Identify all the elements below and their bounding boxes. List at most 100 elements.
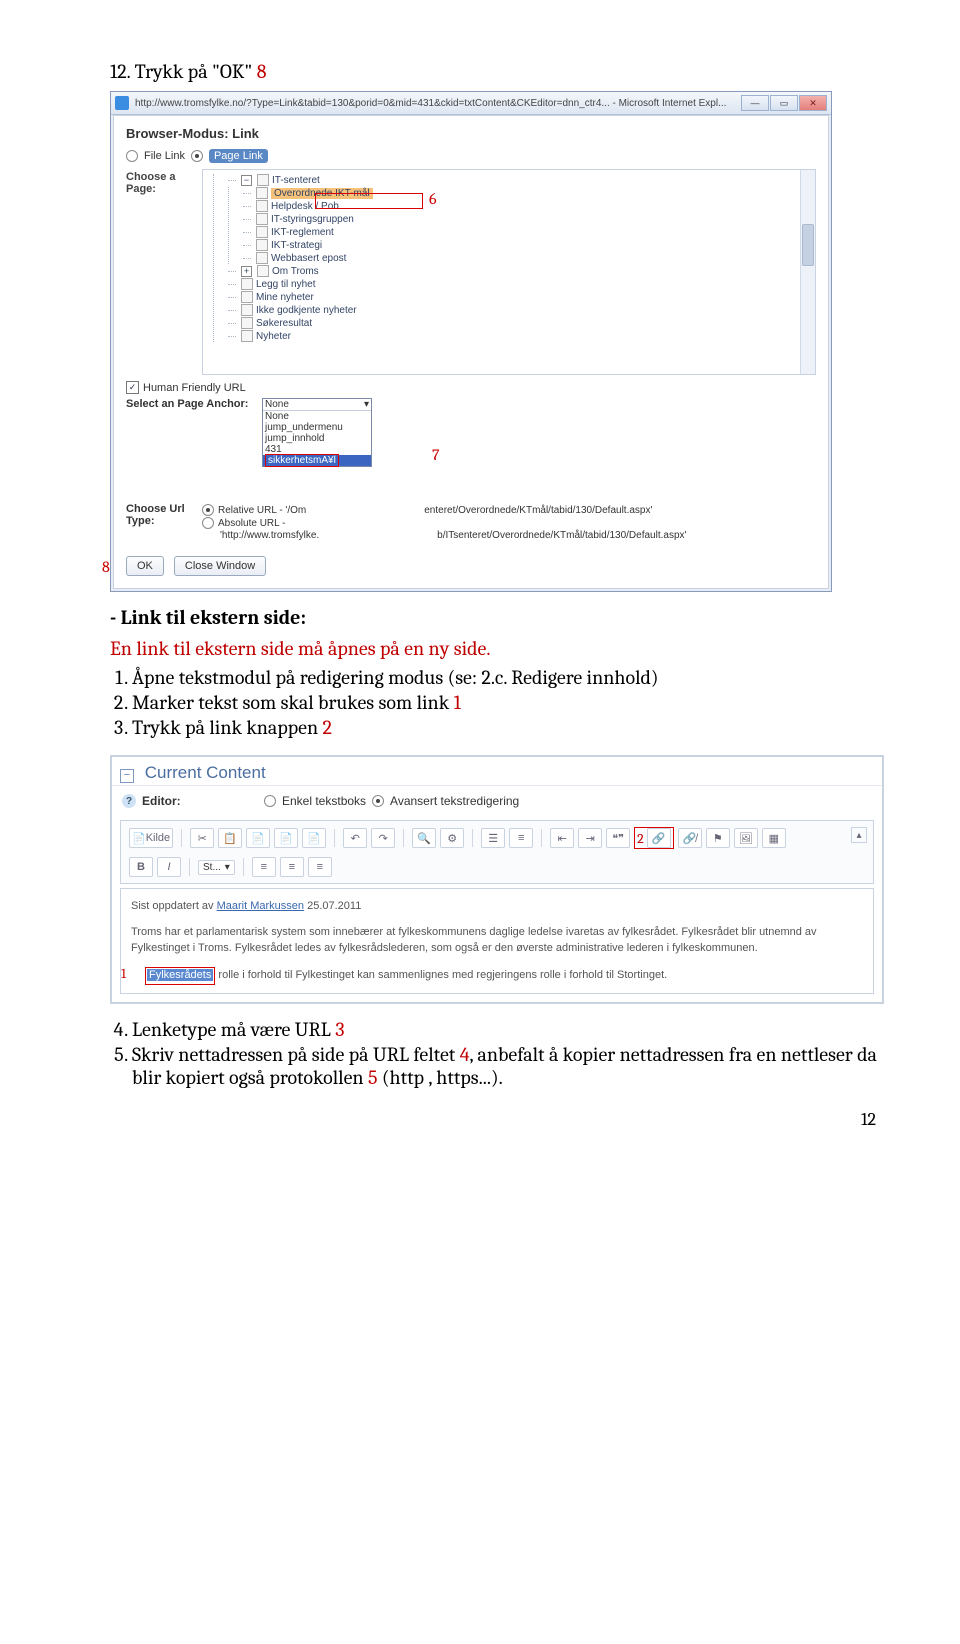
scrollbar[interactable] xyxy=(800,170,815,374)
checkbox-human-url[interactable]: ✓ xyxy=(126,381,139,394)
page-icon xyxy=(256,226,268,238)
page-icon xyxy=(256,239,268,251)
label-simple-editor: Enkel tekstboks xyxy=(282,794,366,808)
annotation-6: 6 xyxy=(429,190,437,208)
section-title-external-link: Link til ekstern side: xyxy=(110,606,880,629)
steps-list-continued: Lenketype må være URL 3 Skriv nettadress… xyxy=(132,1018,880,1089)
numbered-list-icon[interactable]: ☰ xyxy=(481,828,505,848)
editor-toolbar: 📄 Kilde ✂ 📋 📄 📄 📄 ↶ ↷ 🔍 ⚙ ☰ ≡ ⇤ ⇥ ❝❞ 2 🔗 xyxy=(120,820,874,884)
window-title: http://www.tromsfylke.no/?Type=Link&tabi… xyxy=(135,98,740,109)
tree-item[interactable]: Ikke godkjente nyheter xyxy=(228,304,813,316)
label-advanced-editor: Avansert tekstredigering xyxy=(390,794,519,808)
tree-item[interactable]: Legg til nyhet xyxy=(228,278,813,290)
annotation-box-1: Fylkesrådets xyxy=(145,967,215,985)
annotation-box-2: 2 🔗 xyxy=(634,827,674,849)
paste-word-icon[interactable]: 📄 xyxy=(302,828,326,848)
radio-page-link[interactable] xyxy=(191,150,203,162)
paste-text-icon[interactable]: 📄 xyxy=(274,828,298,848)
unlink-icon[interactable]: 🔗̸ xyxy=(678,828,702,848)
italic-icon[interactable]: I xyxy=(157,857,181,877)
collapse-icon[interactable]: − xyxy=(120,769,134,783)
radio-relative-url[interactable] xyxy=(202,504,214,516)
radio-file-link[interactable] xyxy=(126,150,138,162)
close-button[interactable]: ✕ xyxy=(799,95,827,111)
maximize-button[interactable]: ▭ xyxy=(770,95,798,111)
annotation-8-ref: 8 xyxy=(257,60,267,83)
scrollbar-thumb[interactable] xyxy=(802,224,814,266)
copy-icon[interactable]: 📋 xyxy=(218,828,242,848)
find-icon[interactable]: 🔍 xyxy=(412,828,436,848)
minimize-button[interactable]: — xyxy=(741,95,769,111)
label-absolute-url: Absolute URL - xyxy=(218,518,285,529)
tree-item[interactable]: Webbasert epost xyxy=(243,252,813,264)
page-icon xyxy=(241,304,253,316)
style-select[interactable]: St... ▾ xyxy=(198,860,235,875)
bulleted-list-icon[interactable]: ≡ xyxy=(509,828,533,848)
list-item: Skriv nettadressen på side på URL feltet… xyxy=(132,1043,880,1089)
anchor-icon[interactable]: ⚑ xyxy=(706,828,730,848)
tree-item[interactable]: −IT-senteret xyxy=(228,174,813,186)
radio-absolute-url[interactable] xyxy=(202,517,214,529)
paste-icon[interactable]: 📄 xyxy=(246,828,270,848)
editor-content-area[interactable]: Sist oppdatert av Maarit Markussen 25.07… xyxy=(120,888,874,994)
screenshot-editor: − Current Content ? Editor: Enkel tekstb… xyxy=(110,755,884,1004)
align-left-icon[interactable]: ≡ xyxy=(252,857,276,877)
dialog-title: Browser-Modus: Link xyxy=(126,126,816,141)
align-right-icon[interactable]: ≡ xyxy=(308,857,332,877)
tree-item[interactable]: Overordnede IKT-mål xyxy=(243,187,813,199)
table-icon[interactable]: ▦ xyxy=(762,828,786,848)
select-anchor-dropdown[interactable]: None▾ None jump_undermenu jump_innhold 4… xyxy=(262,398,372,467)
cut-icon[interactable]: ✂ xyxy=(190,828,214,848)
tree-item[interactable]: IKT-strategi xyxy=(243,239,813,251)
label-file-link: File Link xyxy=(144,150,185,162)
link-icon[interactable]: 🔗 xyxy=(647,828,671,848)
author-link[interactable]: Maarit Markussen xyxy=(217,900,304,912)
list-item: Lenketype må være URL 3 xyxy=(132,1018,880,1041)
annotation-2: 2 xyxy=(637,830,644,847)
undo-icon[interactable]: ↶ xyxy=(343,828,367,848)
close-window-button[interactable]: Close Window xyxy=(174,556,266,576)
annotation-8: 8 xyxy=(102,558,110,576)
label-choose-url-type: Choose Url Type: xyxy=(126,503,196,542)
page-icon xyxy=(256,213,268,225)
source-button[interactable]: 📄 Kilde xyxy=(129,828,173,848)
toolbar-expand-icon[interactable]: ▴ xyxy=(851,827,867,843)
radio-simple-editor[interactable] xyxy=(264,795,276,807)
tree-item[interactable]: +Om Troms xyxy=(228,265,813,277)
ok-button[interactable]: OK xyxy=(126,556,164,576)
radio-advanced-editor[interactable] xyxy=(372,795,384,807)
tree-item[interactable]: Søkeresultat xyxy=(228,317,813,329)
tree-item[interactable]: IKT-reglement xyxy=(243,226,813,238)
last-updated: Sist oppdatert av Maarit Markussen 25.07… xyxy=(131,897,863,915)
dropdown-option[interactable]: jump_innhold xyxy=(263,433,371,444)
label-page-link: Page Link xyxy=(209,149,268,163)
collapse-icon[interactable]: − xyxy=(241,175,252,186)
indent-icon[interactable]: ⇥ xyxy=(578,828,602,848)
list-number: 12. xyxy=(110,60,130,83)
blockquote-icon[interactable]: ❝❞ xyxy=(606,828,630,848)
page-icon xyxy=(257,265,269,277)
align-center-icon[interactable]: ≡ xyxy=(280,857,304,877)
image-icon[interactable]: 🖼 xyxy=(734,828,758,848)
bold-icon[interactable]: B xyxy=(129,857,153,877)
expand-icon[interactable]: + xyxy=(241,266,252,277)
help-icon[interactable]: ? xyxy=(122,794,136,808)
page-tree[interactable]: 6 −IT-senteret Overordnede IKT-mål Helpd… xyxy=(202,169,816,375)
tree-item[interactable]: Helpdesk / Pob xyxy=(243,200,813,212)
list-text: Trykk på "OK" xyxy=(135,60,253,83)
replace-icon[interactable]: ⚙ xyxy=(440,828,464,848)
page-icon xyxy=(241,330,253,342)
dropdown-option[interactable]: None xyxy=(263,411,371,422)
dropdown-option[interactable]: jump_undermenu xyxy=(263,422,371,433)
label-absolute-tail2: b/ITsenteret/Overordnede/KTmål/tabid/130… xyxy=(437,530,686,541)
chevron-down-icon: ▾ xyxy=(364,399,369,410)
annotation-1: 1 xyxy=(121,964,126,984)
outdent-icon[interactable]: ⇤ xyxy=(550,828,574,848)
ie-icon xyxy=(115,96,129,110)
dropdown-option-selected[interactable]: sikkerhetsmA¥l xyxy=(263,455,371,466)
label-relative-tail: enteret/Overordnede/KTmål/tabid/130/Defa… xyxy=(424,505,652,516)
tree-item[interactable]: Nyheter xyxy=(228,330,813,342)
redo-icon[interactable]: ↷ xyxy=(371,828,395,848)
tree-item[interactable]: IT-styringsgruppen xyxy=(243,213,813,225)
tree-item[interactable]: Mine nyheter xyxy=(228,291,813,303)
